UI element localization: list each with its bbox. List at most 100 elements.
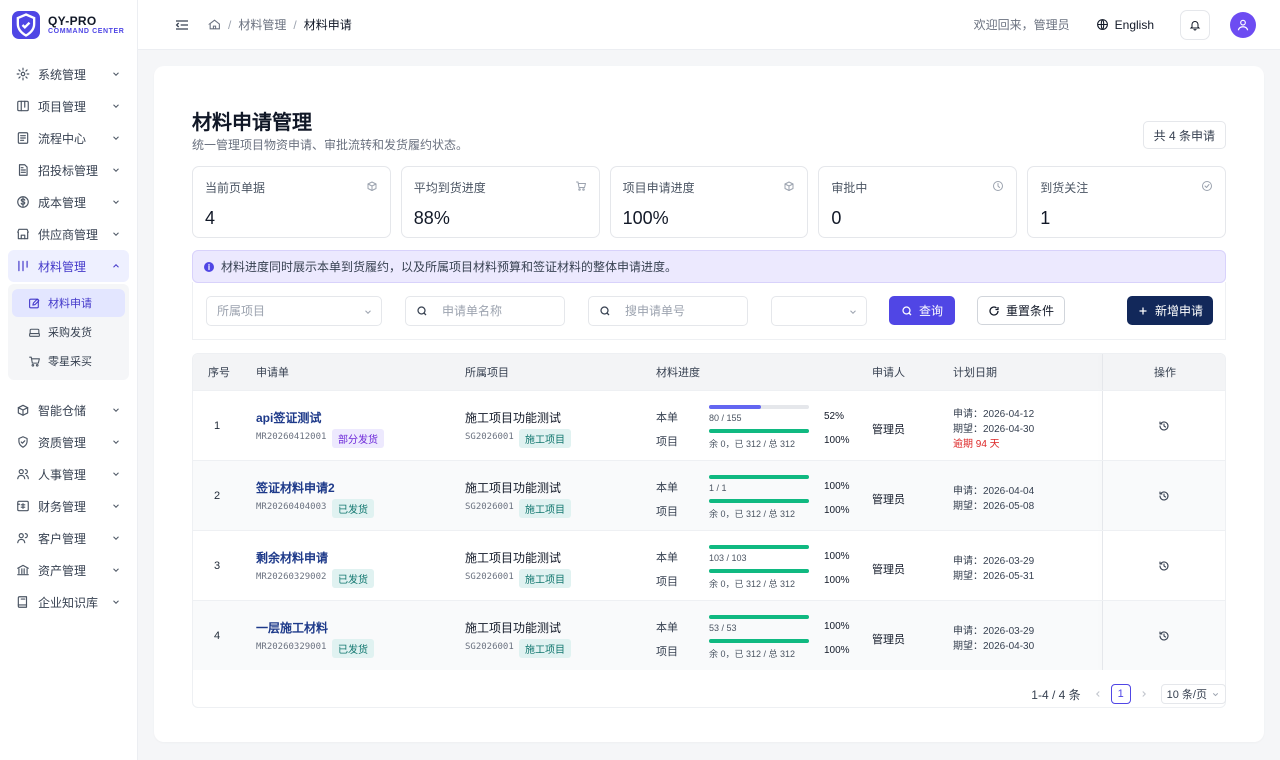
request-name-link[interactable]: 一层施工材料	[256, 619, 328, 636]
sidebar-item-book[interactable]: 企业知识库	[8, 586, 129, 618]
request-name-link[interactable]: 签证材料申请2	[256, 479, 335, 496]
notification-button[interactable]	[1180, 9, 1210, 40]
bars-icon	[16, 259, 30, 273]
project-select[interactable]: 所属项目	[206, 295, 382, 326]
brand-logo[interactable]: QY-PRO COMMAND CENTER	[0, 0, 137, 50]
sidebar-item-dollar[interactable]: 成本管理	[8, 186, 129, 218]
code-search-input[interactable]: 搜申请单号	[588, 295, 748, 326]
shield-logo-icon	[12, 11, 40, 39]
info-notice: 材料进度同时展示本单到货履约，以及所属项目材料预算和签证材料的整体申请进度。	[192, 250, 1226, 283]
own-progress-bar-fill	[709, 615, 809, 619]
sidebar-item-bank[interactable]: 资产管理	[8, 554, 129, 586]
project-progress-bar-fill	[709, 429, 809, 433]
menu-fold-icon[interactable]	[174, 17, 190, 33]
sidebar-item-store[interactable]: 供应商管理	[8, 218, 129, 250]
sidebar-item-box[interactable]: 智能仓储	[8, 394, 129, 426]
prev-page-icon[interactable]	[1093, 689, 1103, 699]
apply-date: 申请：2026-03-29	[953, 626, 1035, 637]
own-progress-label: 本单	[656, 622, 678, 634]
project-progress-bar-fill	[709, 639, 809, 643]
status-select[interactable]	[771, 295, 867, 326]
sidebar-item-bars[interactable]: 材料管理	[8, 250, 129, 282]
status-badge: 部分发货	[332, 429, 384, 448]
stat-label: 项目申请进度	[622, 181, 695, 195]
submenu-item-truck[interactable]: 采购发货	[12, 318, 125, 346]
history-icon[interactable]	[1158, 560, 1170, 572]
doc-icon	[16, 163, 30, 177]
search-icon	[416, 305, 428, 317]
sidebar-item-label: 材料管理	[38, 259, 87, 274]
sidebar-item-doc[interactable]: 招投标管理	[8, 154, 129, 186]
chevron-down-icon	[111, 165, 121, 175]
check-circle-icon	[1201, 180, 1213, 192]
column-divider	[1102, 391, 1103, 460]
home-icon[interactable]	[208, 18, 221, 31]
sidebar-item-flow[interactable]: 流程中心	[8, 122, 129, 154]
user-icon	[1236, 18, 1250, 32]
th-applicant: 申请人	[872, 367, 905, 379]
apply-date: 申请：2026-04-04	[953, 486, 1035, 497]
own-progress-label: 本单	[656, 412, 678, 424]
project-progress-bar-fill	[709, 569, 809, 573]
project-progress-label: 项目	[656, 646, 678, 658]
th-action: 操作	[1154, 367, 1176, 379]
total-count-badge: 共 4 条申请	[1142, 121, 1226, 149]
request-name-link[interactable]: api签证测试	[256, 409, 321, 426]
history-icon[interactable]	[1158, 630, 1170, 642]
sidebar-item-label: 成本管理	[38, 195, 87, 210]
request-code: MR20260329001	[256, 642, 327, 652]
add-request-button[interactable]: 新增申请	[1127, 296, 1213, 325]
project-type-badge: 施工项目	[519, 429, 571, 448]
request-code: MR20260329002	[256, 572, 327, 582]
sidebar-item-board[interactable]: 项目管理	[8, 90, 129, 122]
own-progress-label: 本单	[656, 552, 678, 564]
request-name-link[interactable]: 剩余材料申请	[256, 549, 328, 566]
chevron-down-icon	[111, 533, 121, 543]
submenu-item-cart[interactable]: 零星采买	[12, 347, 125, 375]
name-search-input[interactable]: 申请单名称	[405, 295, 565, 326]
query-button-label: 查询	[918, 304, 943, 318]
breadcrumb-item-material[interactable]: 材料管理	[238, 16, 286, 33]
sidebar-item-label: 资产管理	[38, 563, 87, 578]
request-code: MR20260404003	[256, 502, 327, 512]
history-icon[interactable]	[1158, 420, 1170, 432]
project-name: 施工项目功能测试	[465, 551, 562, 565]
chevron-down-icon	[111, 501, 121, 511]
search-icon	[901, 305, 913, 317]
chevron-down-icon	[111, 69, 121, 79]
page-size-select[interactable]: 10 条/页	[1160, 684, 1226, 704]
project-progress-bar	[709, 639, 809, 643]
next-page-icon[interactable]	[1139, 689, 1149, 699]
project-progress-label: 项目	[656, 436, 678, 448]
welcome-text: 欢迎回来，管理员	[973, 18, 1070, 32]
history-icon[interactable]	[1158, 490, 1170, 502]
expect-date: 期望：2026-05-08	[953, 501, 1035, 512]
own-progress-percent: 100%	[824, 621, 850, 632]
query-button[interactable]: 查询	[889, 296, 955, 325]
sidebar-item-gear[interactable]: 系统管理	[8, 58, 129, 90]
project-progress-text: 余 0，已 312 / 总 312	[709, 649, 796, 659]
cart-icon	[575, 180, 587, 192]
plus-icon	[1137, 305, 1149, 317]
stat-value: 100%	[622, 208, 669, 228]
status-badge: 已发货	[332, 499, 374, 518]
sidebar-item-finance[interactable]: 财务管理	[8, 490, 129, 522]
project-type-badge: 施工项目	[519, 639, 571, 658]
applicant-name: 管理员	[872, 424, 905, 436]
project-progress-bar	[709, 569, 809, 573]
sidebar-item-client[interactable]: 客户管理	[8, 522, 129, 554]
chevron-down-icon	[111, 197, 121, 207]
own-progress-bar-fill	[709, 545, 809, 549]
stat-label: 当前页单据	[205, 181, 266, 195]
language-switch[interactable]: English	[1096, 18, 1154, 32]
user-avatar[interactable]	[1230, 11, 1256, 38]
reset-button[interactable]: 重置条件	[977, 296, 1065, 325]
submenu-item-edit[interactable]: 材料申请	[12, 289, 125, 317]
sidebar-item-shield[interactable]: 资质管理	[8, 426, 129, 458]
sidebar-item-users[interactable]: 人事管理	[8, 458, 129, 490]
project-progress-label: 项目	[656, 576, 678, 588]
own-progress-label: 本单	[656, 482, 678, 494]
stat-value: 88%	[413, 208, 450, 228]
page-1-button[interactable]: 1	[1110, 684, 1131, 704]
project-name: 施工项目功能测试	[465, 481, 562, 495]
